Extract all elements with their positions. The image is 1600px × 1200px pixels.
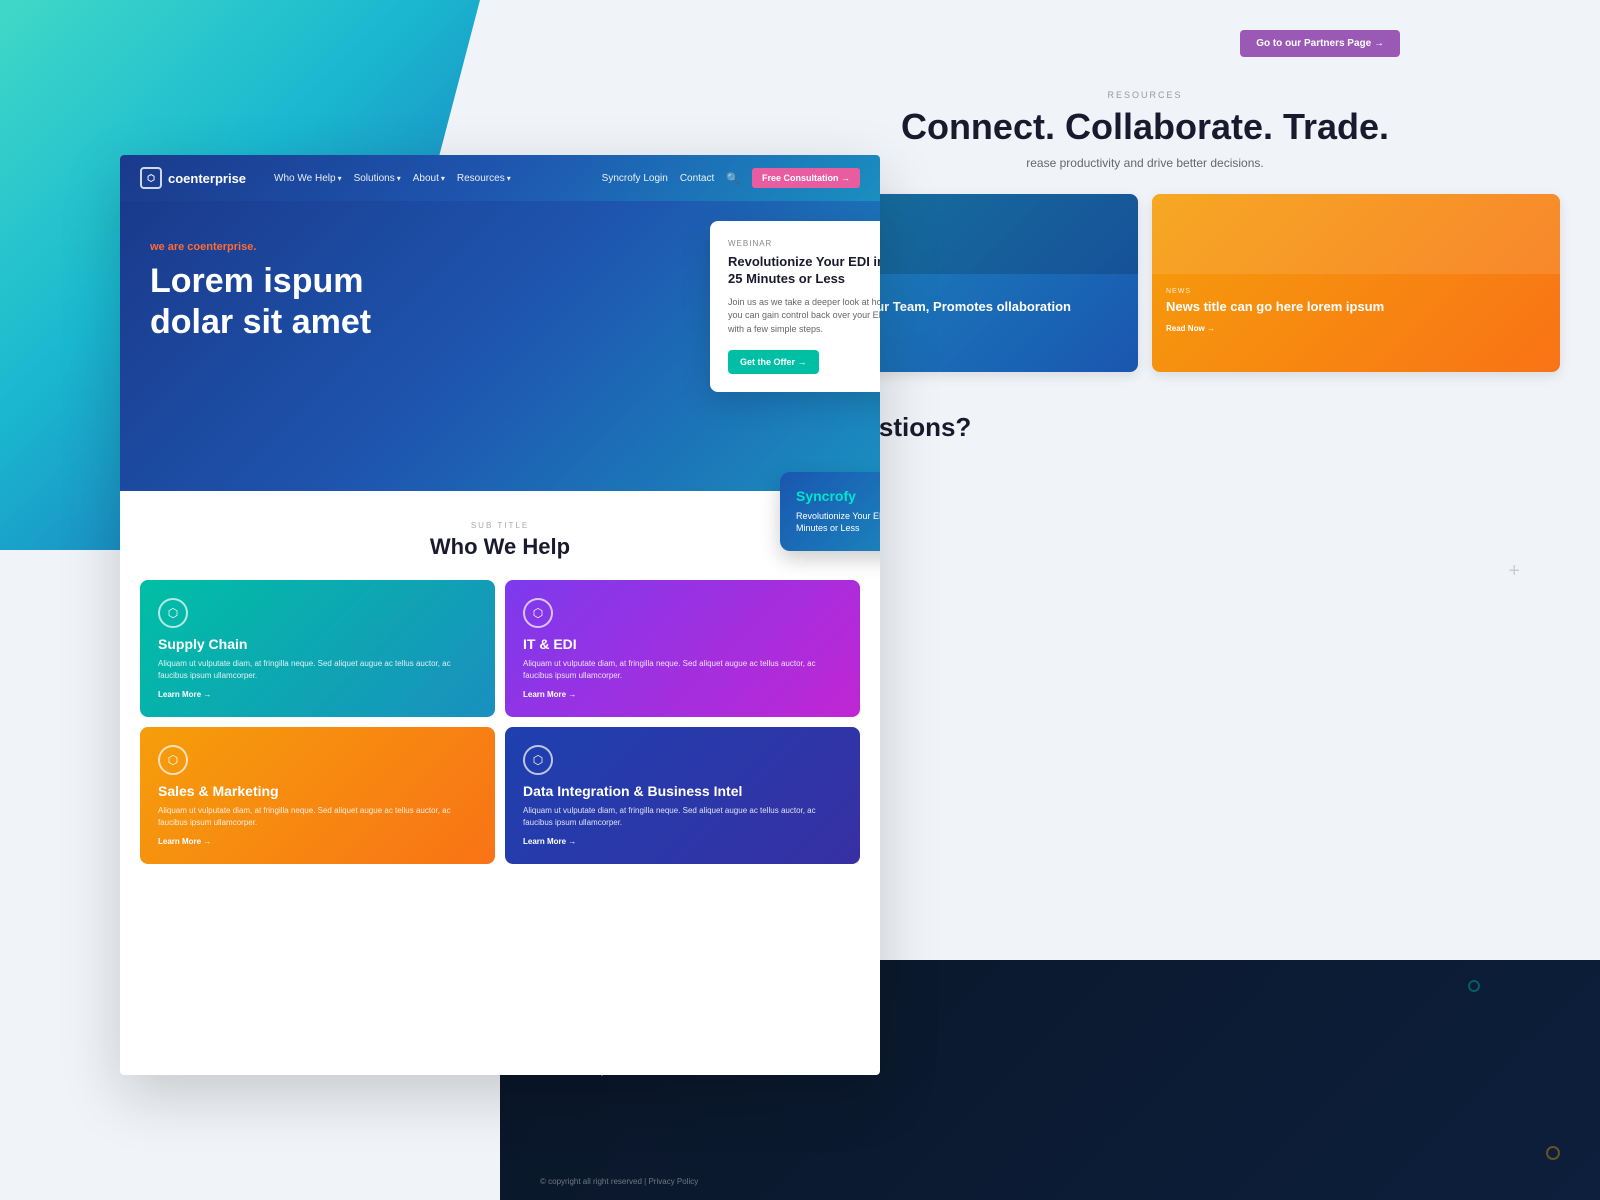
nav-contact[interactable]: Contact: [680, 173, 714, 184]
nav-about[interactable]: About▾: [413, 173, 445, 184]
service-name: Supply Chain: [158, 636, 477, 652]
nav-syncrofy-login[interactable]: Syncrofy Login: [602, 173, 668, 184]
nav-logo: ⬡ coenterprise: [140, 167, 246, 189]
logo-icon: ⬡: [140, 167, 162, 189]
plus-icon: +: [1508, 560, 1520, 583]
partners-button[interactable]: Go to our Partners Page →: [1240, 30, 1400, 57]
resources-title: Connect. Collaborate. Trade.: [730, 106, 1560, 148]
resources-label: RESOURCES: [730, 90, 1560, 100]
main-website-card: ⬡ coenterprise Who We Help▾ Solutions▾ A…: [120, 155, 880, 1075]
news-title: News title can go here lorem ipsum: [1152, 299, 1560, 324]
service-name: Data Integration & Business Intel: [523, 783, 842, 799]
service-link[interactable]: Learn More →: [158, 690, 477, 699]
nav-search-icon[interactable]: 🔍: [726, 172, 740, 185]
supply-chain-icon: ⬡: [158, 598, 188, 628]
webinar-card: WEBINAR Revolutionize Your EDI in 25 Min…: [710, 221, 880, 392]
service-desc: Aliquam ut vulputate diam, at fringilla …: [158, 658, 477, 682]
service-name: IT & EDI: [523, 636, 842, 652]
webinar-label: WEBINAR: [728, 239, 880, 248]
nav-who-we-help[interactable]: Who We Help▾: [274, 173, 342, 184]
service-desc: Aliquam ut vulputate diam, at fringilla …: [158, 805, 477, 829]
syncrofy-logo: Syncrofy: [796, 488, 880, 504]
hero-section: we are coenterprise. Lorem ispum dolar s…: [120, 201, 880, 491]
syncrofy-card[interactable]: Syncrofy Revolutionize Your EDI in 25 Mi…: [780, 472, 880, 551]
service-link[interactable]: Learn More →: [158, 837, 477, 846]
section-subtitle-label: SUB TITLE: [150, 521, 850, 530]
service-it-edi[interactable]: ⬡ IT & EDI Aliquam ut vulputate diam, at…: [505, 580, 860, 717]
services-grid: ⬡ Supply Chain Aliquam ut vulputate diam…: [120, 580, 880, 884]
footer-deco-2: [1546, 1146, 1560, 1160]
webinar-desc: Join us as we take a deeper look at how …: [728, 296, 880, 337]
navbar: ⬡ coenterprise Who We Help▾ Solutions▾ A…: [120, 155, 880, 201]
service-data-integration[interactable]: ⬡ Data Integration & Business Intel Aliq…: [505, 727, 860, 864]
webinar-cta-button[interactable]: Get the Offer →: [728, 350, 819, 374]
resource-card-news[interactable]: NEWS News title can go here lorem ipsum …: [1152, 194, 1560, 372]
service-sales-marketing[interactable]: ⬡ Sales & Marketing Aliquam ut vulputate…: [140, 727, 495, 864]
sales-marketing-icon: ⬡: [158, 745, 188, 775]
service-desc: Aliquam ut vulputate diam, at fringilla …: [523, 658, 842, 682]
nav-cta-button[interactable]: Free Consultation →: [752, 168, 860, 188]
service-link[interactable]: Learn More →: [523, 690, 842, 699]
who-we-help-title: Who We Help: [150, 534, 850, 560]
service-link[interactable]: Learn More →: [523, 837, 842, 846]
syncrofy-tagline: Revolutionize Your EDI in 25 Minutes or …: [796, 510, 880, 535]
logo-text: coenterprise: [168, 171, 246, 186]
it-edi-icon: ⬡: [523, 598, 553, 628]
footer-copyright: © copyright all right reserved | Privacy…: [540, 1177, 698, 1186]
news-read-link[interactable]: Read Now →: [1152, 324, 1560, 347]
webinar-title: Revolutionize Your EDI in 25 Minutes or …: [728, 254, 880, 288]
data-integration-icon: ⬡: [523, 745, 553, 775]
nav-resources[interactable]: Resources▾: [457, 173, 511, 184]
news-type-label: NEWS: [1152, 274, 1560, 299]
news-image: [1152, 194, 1560, 274]
service-supply-chain[interactable]: ⬡ Supply Chain Aliquam ut vulputate diam…: [140, 580, 495, 717]
service-name: Sales & Marketing: [158, 783, 477, 799]
nav-solutions[interactable]: Solutions▾: [354, 173, 401, 184]
footer-deco-1: [1468, 980, 1480, 992]
service-desc: Aliquam ut vulputate diam, at fringilla …: [523, 805, 842, 829]
who-we-help-section: SUB TITLE Who We Help: [120, 491, 880, 560]
